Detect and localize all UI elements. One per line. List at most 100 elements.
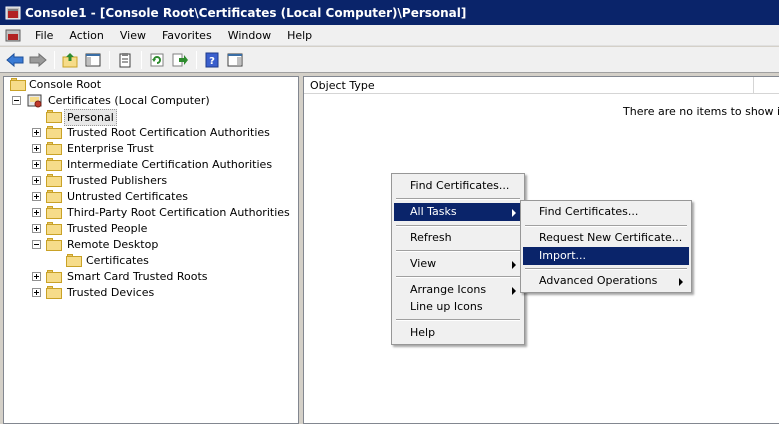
menu-item-refresh[interactable]: Refresh [394,229,522,247]
menu-action[interactable]: Action [61,25,111,46]
menu-item-label: Arrange Icons [410,283,487,296]
collapse-icon[interactable] [32,240,41,249]
menu-item-label: Request New Certificate... [539,231,683,244]
column-header-object-type[interactable]: Object Type [304,76,754,94]
console-tree-pane[interactable]: Console Root Certificates (Local Compute… [3,76,299,424]
expand-icon[interactable] [32,176,41,185]
expand-icon[interactable] [32,208,41,217]
expand-icon[interactable] [32,288,41,297]
menu-item-label: Help [410,326,436,339]
refresh-icon[interactable] [146,49,168,71]
menu-separator [396,225,520,227]
tree-item-untrusted-certificates[interactable]: Untrusted Certificates [4,189,294,205]
show-hide-action-pane-icon[interactable] [224,49,246,71]
forward-icon[interactable] [27,49,49,71]
tree-item-label: Trusted Devices [67,286,155,299]
tree-item-trusted-people[interactable]: Trusted People [4,221,294,237]
tree-item-label: Untrusted Certificates [67,190,188,203]
tree-item-trusted-root-ca[interactable]: Trusted Root Certification Authorities [4,125,294,141]
menu-item-all-tasks[interactable]: All Tasks [394,203,522,221]
tree-item-label: Enterprise Trust [67,142,154,155]
folder-icon [46,270,62,283]
submenu-item-import[interactable]: Import... [523,247,689,265]
folder-icon [46,158,62,171]
menu-separator [396,276,520,278]
toolbar-separator [141,50,142,69]
menu-item-label: Refresh [410,231,452,244]
menu-window[interactable]: Window [220,25,279,46]
folder-icon [46,206,62,219]
tree-item-label: Certificates [86,254,149,267]
all-tasks-submenu: Find Certificates... Request New Certifi… [520,200,692,293]
menu-view[interactable]: View [112,25,154,46]
tree-item-console-root[interactable]: Console Root [4,77,294,93]
folder-icon [46,190,62,203]
expand-icon[interactable] [32,272,41,281]
menu-separator [525,225,687,227]
tree-item-remote-desktop-certificates[interactable]: Certificates [4,253,294,269]
context-menu: Find Certificates... All Tasks Refresh V… [391,173,525,345]
submenu-arrow-icon [512,287,516,295]
title-bar[interactable]: Console1 - [Console Root\Certificates (L… [0,0,779,25]
tree-item-certificates-local-computer[interactable]: Certificates (Local Computer) [4,93,294,109]
help-icon[interactable]: ? [201,49,223,71]
folder-icon [46,222,62,235]
export-list-icon[interactable] [169,49,191,71]
menu-item-label: Line up Icons [410,300,483,313]
menu-item-find-certificates[interactable]: Find Certificates... [394,177,522,195]
tree-item-enterprise-trust[interactable]: Enterprise Trust [4,141,294,157]
menu-separator [396,250,520,252]
tree-item-trusted-publishers[interactable]: Trusted Publishers [4,173,294,189]
tree-item-intermediate-ca[interactable]: Intermediate Certification Authorities [4,157,294,173]
tree-item-smart-card-trusted-roots[interactable]: Smart Card Trusted Roots [4,269,294,285]
show-hide-tree-icon[interactable] [82,49,104,71]
console-window-icon[interactable] [5,27,21,43]
tree-item-label: Trusted Publishers [67,174,168,187]
empty-list-message: There are no items to show in thi [623,105,779,118]
menu-file[interactable]: File [27,25,61,46]
expand-icon[interactable] [32,192,41,201]
submenu-arrow-icon [512,209,516,217]
menu-item-label: Find Certificates... [410,179,510,192]
submenu-arrow-icon [679,278,683,286]
submenu-item-request-new-certificate[interactable]: Request New Certificate... [523,229,689,247]
submenu-item-find-certificates[interactable]: Find Certificates... [523,203,689,221]
menu-separator [525,268,687,270]
tree-item-label: Trusted People [67,222,148,235]
tree-item-remote-desktop[interactable]: Remote Desktop [4,237,294,253]
tree-item-third-party-root-ca[interactable]: Third-Party Root Certification Authoriti… [4,205,294,221]
tree-item-label: Certificates (Local Computer) [48,94,210,107]
tree-item-label: Console Root [29,78,102,91]
toolbar: ? [0,47,779,73]
folder-icon [46,286,62,299]
menu-separator [396,319,520,321]
expand-icon[interactable] [32,128,41,137]
expand-icon[interactable] [32,160,41,169]
tree-item-trusted-devices[interactable]: Trusted Devices [4,285,294,301]
window-title: Console1 - [Console Root\Certificates (L… [25,5,467,20]
mmc-app-icon[interactable] [5,5,21,21]
expand-icon[interactable] [32,144,41,153]
menu-item-line-up-icons[interactable]: Line up Icons [394,298,522,316]
back-icon[interactable] [4,49,26,71]
svg-text:?: ? [209,56,215,67]
tree-item-label: Intermediate Certification Authorities [67,158,273,171]
tree-item-personal[interactable]: Personal [4,109,294,126]
submenu-item-advanced-operations[interactable]: Advanced Operations [523,272,689,290]
folder-icon [46,174,62,187]
menu-item-arrange-icons[interactable]: Arrange Icons [394,281,522,299]
menu-bar: File Action View Favorites Window Help [0,25,779,46]
folder-icon [46,110,62,123]
tree-item-label: Third-Party Root Certification Authoriti… [67,206,290,219]
menu-item-help[interactable]: Help [394,324,522,342]
expand-icon[interactable] [32,224,41,233]
menu-item-label: Import... [539,249,586,262]
menu-help[interactable]: Help [279,25,320,46]
folder-icon [66,254,82,267]
up-folder-icon[interactable] [59,49,81,71]
menu-favorites[interactable]: Favorites [154,25,220,46]
collapse-icon[interactable] [12,96,21,105]
menu-item-view[interactable]: View [394,255,522,273]
folder-icon [46,142,62,155]
properties-icon[interactable] [114,49,136,71]
